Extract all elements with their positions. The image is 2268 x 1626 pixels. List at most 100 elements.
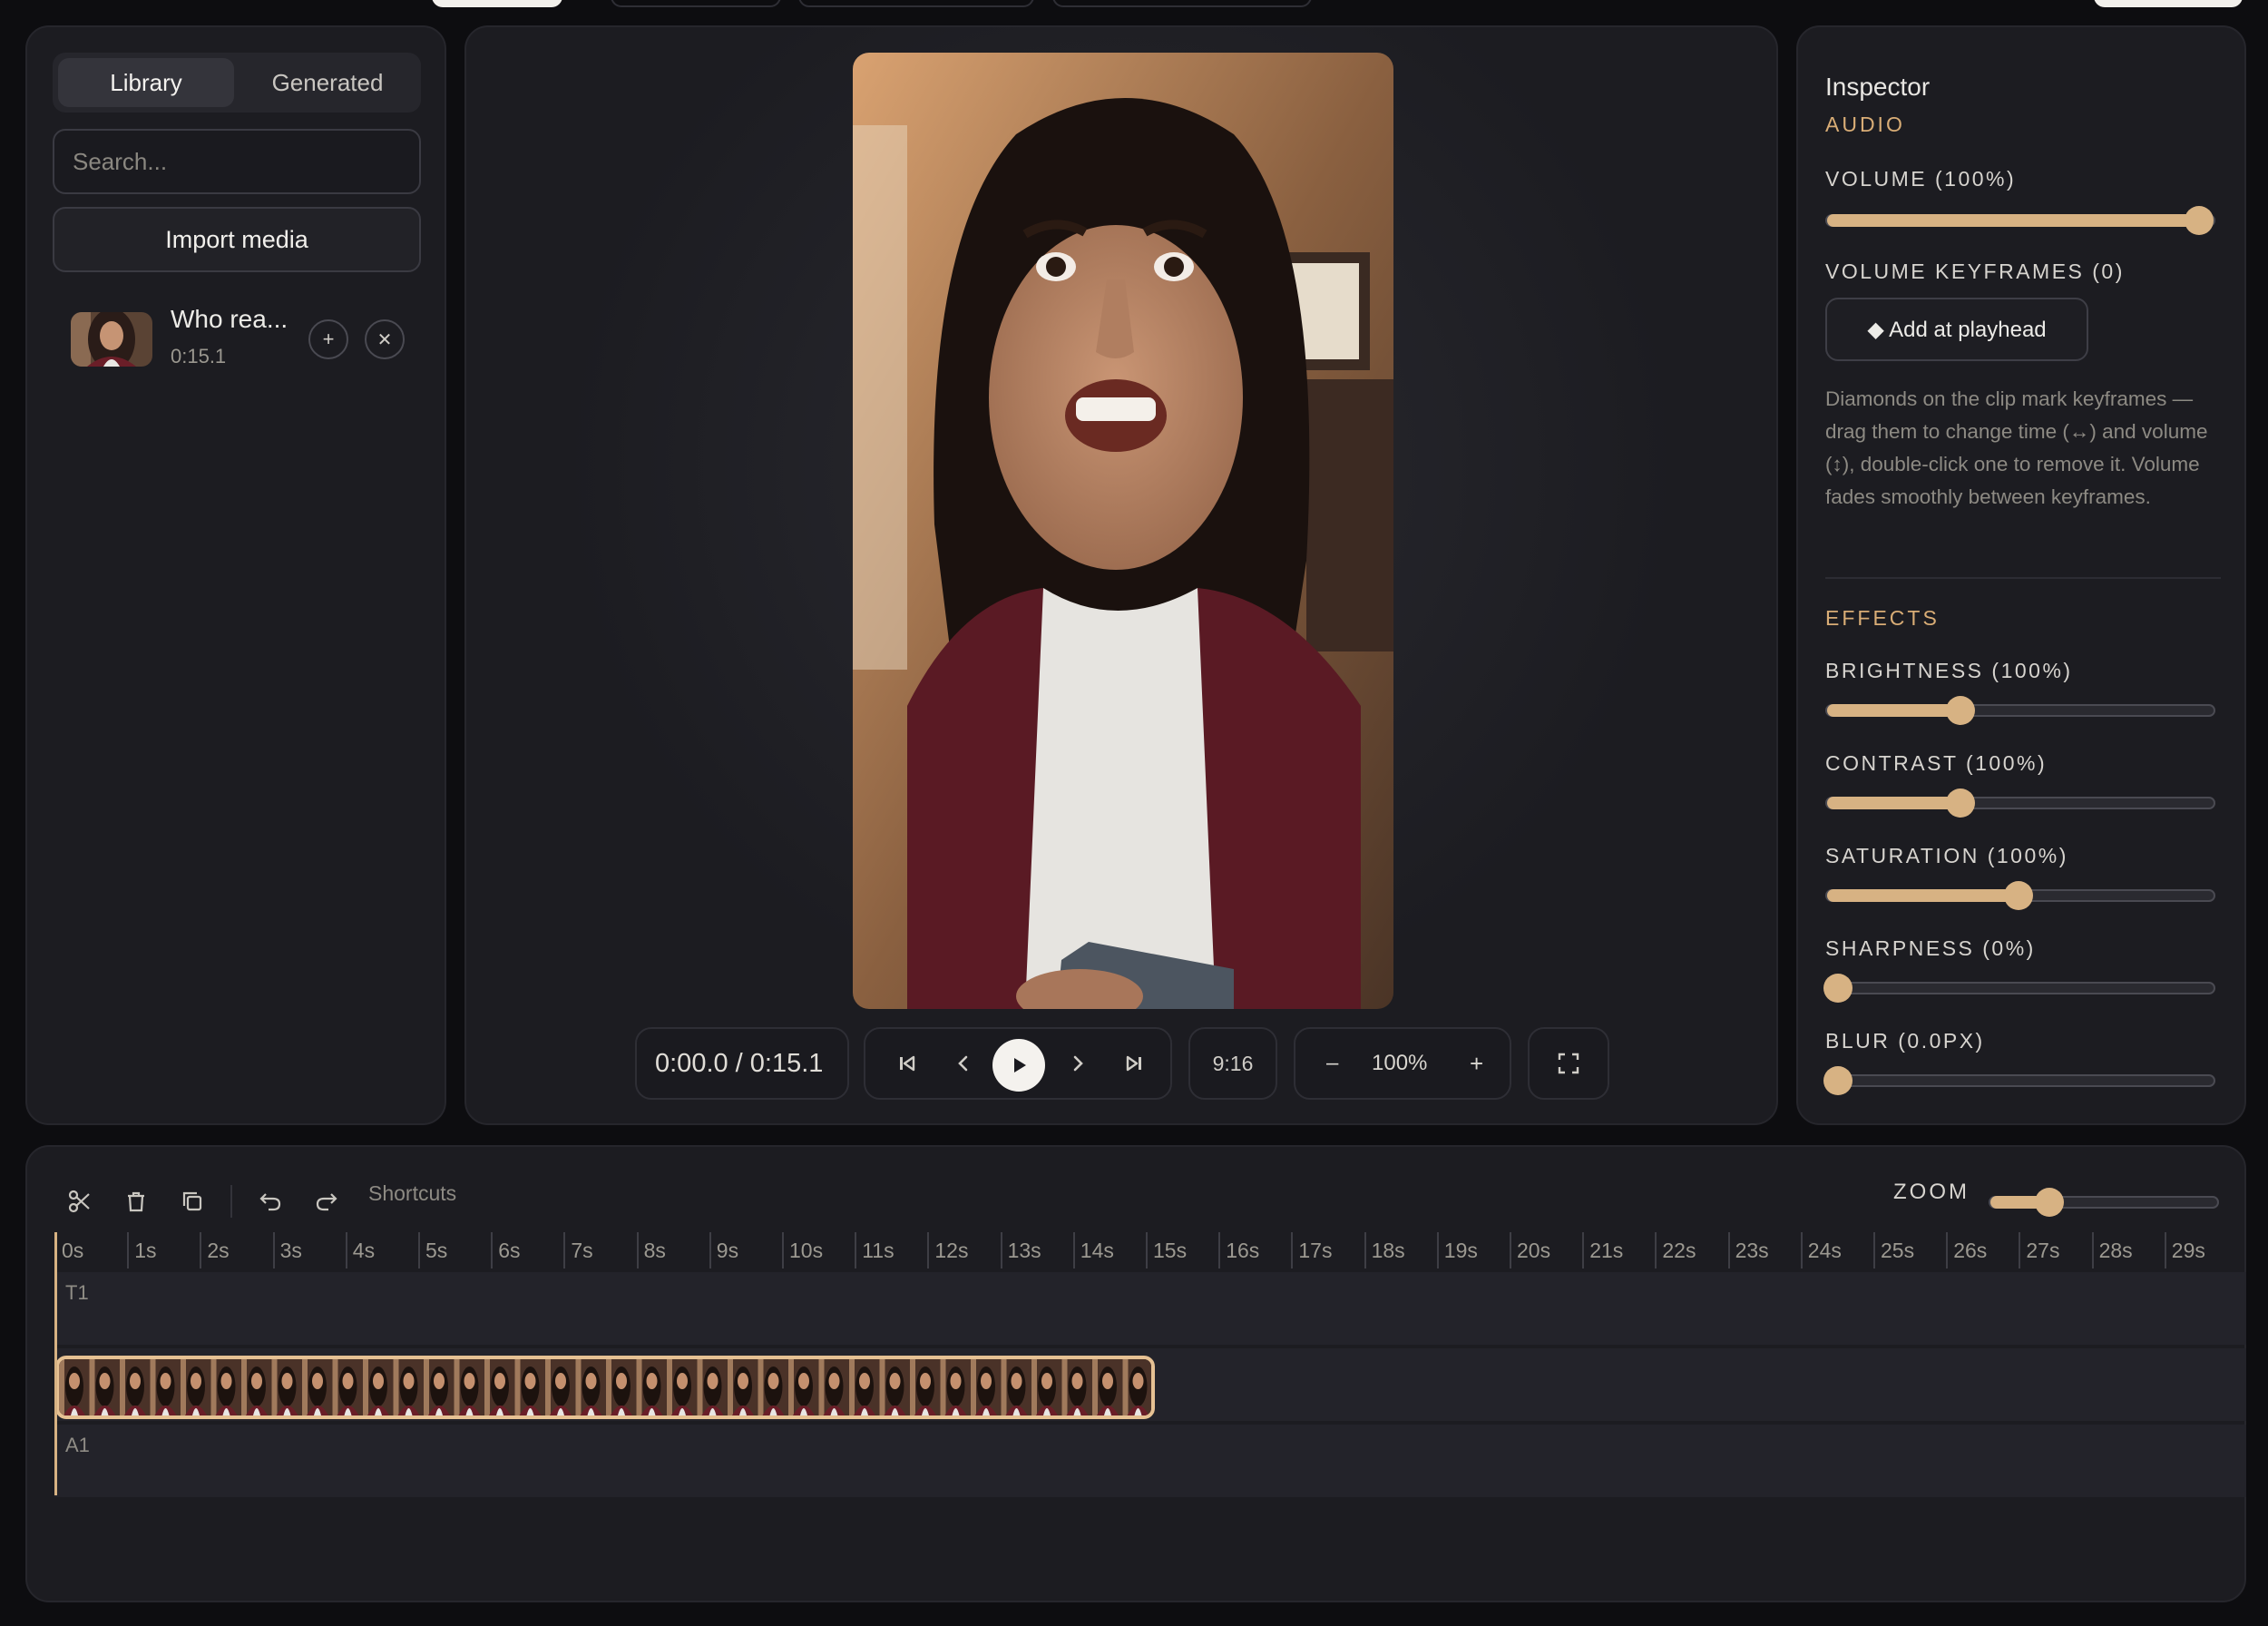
ruler-tick: 8s xyxy=(636,1232,666,1268)
contrast-slider[interactable] xyxy=(1825,789,2215,818)
transport-controls xyxy=(864,1027,1172,1100)
saturation-slider-handle[interactable] xyxy=(2004,881,2033,910)
split-button[interactable] xyxy=(62,1183,98,1220)
ruler-tick: 23s xyxy=(1727,1232,1769,1268)
aspect-ratio-button[interactable]: 9:16 xyxy=(1188,1027,1277,1100)
keyframes-help-text: Diamonds on the clip mark keyframes — dr… xyxy=(1825,387,2208,508)
delete-button[interactable] xyxy=(118,1183,154,1220)
play-button[interactable] xyxy=(992,1039,1045,1092)
ruler-tick: 9s xyxy=(709,1232,738,1268)
brightness-label: BRIGHTNESS (100%) xyxy=(1825,659,2073,682)
ruler-tick: 7s xyxy=(563,1232,593,1268)
effects-section-heading: EFFECTS xyxy=(1825,606,1940,630)
timeline-panel: Shortcuts ZOOM 0s 1s 2s 3s 4s 5s 6s 7s 8s 9s 10s 11… xyxy=(25,1145,2246,1602)
playhead[interactable] xyxy=(54,1232,57,1495)
preview-panel: 0:00.0 / 0:15.1 9:16 – 100% + xyxy=(464,25,1778,1125)
ruler-tick: 2s xyxy=(200,1232,230,1268)
video-clip[interactable] xyxy=(55,1356,1155,1419)
copy-icon xyxy=(182,1191,202,1211)
ruler-tick: 28s xyxy=(2091,1232,2133,1268)
volume-slider[interactable] xyxy=(1825,206,2215,235)
ruler-tick: 0s xyxy=(54,1232,83,1268)
media-item-name[interactable]: Who rea... xyxy=(171,305,288,334)
timecode-display: 0:00.0 / 0:15.1 xyxy=(635,1027,849,1100)
ruler-tick: 24s xyxy=(1800,1232,1842,1268)
step-forward-button[interactable] xyxy=(1056,1029,1100,1098)
blur-slider[interactable] xyxy=(1823,1066,2215,1095)
timeline-zoom-handle[interactable] xyxy=(2035,1188,2065,1217)
ruler-tick: 15s xyxy=(1146,1232,1187,1268)
inspector-panel: Inspector AUDIO VOLUME (100%) VOLUME KEY… xyxy=(1796,25,2246,1125)
ruler-tick: 13s xyxy=(1000,1232,1041,1268)
search-input[interactable] xyxy=(53,129,421,194)
shortcuts-link[interactable]: Shortcuts xyxy=(368,1181,456,1206)
duplicate-button[interactable] xyxy=(174,1183,210,1220)
brightness-slider-fill xyxy=(1827,704,1961,717)
video-preview[interactable] xyxy=(853,53,1393,1009)
remove-media-button[interactable]: ✕ xyxy=(365,319,405,359)
contrast-slider-handle[interactable] xyxy=(1946,789,1976,818)
chevron-right-icon xyxy=(1073,1055,1083,1072)
ruler-tick: 18s xyxy=(1364,1232,1405,1268)
ruler-tick: 1s xyxy=(127,1232,156,1268)
ruler-tick: 10s xyxy=(782,1232,823,1268)
library-tabs: Library Generated xyxy=(53,53,421,113)
add-keyframe-button[interactable]: ◆ Add at playhead xyxy=(1825,298,2088,361)
media-thumbnail[interactable] xyxy=(71,312,152,367)
ruler-tick: 11s xyxy=(855,1232,894,1268)
redo-icon xyxy=(316,1193,337,1211)
sharpness-slider[interactable] xyxy=(1823,974,2215,1003)
blur-slider-handle[interactable] xyxy=(1823,1066,1853,1095)
fullscreen-icon xyxy=(1558,1053,1579,1074)
sharpness-label: SHARPNESS (0%) xyxy=(1825,936,2036,960)
import-media-button[interactable]: Import media xyxy=(53,207,421,272)
add-to-timeline-button[interactable]: + xyxy=(308,319,348,359)
brightness-slider-handle[interactable] xyxy=(1946,696,1976,725)
top-tab[interactable] xyxy=(798,0,1034,7)
track-lane-t1[interactable]: T1 xyxy=(54,1272,2246,1345)
undo-button[interactable] xyxy=(252,1183,288,1220)
chevron-left-icon xyxy=(958,1055,968,1072)
ruler-tick: 26s xyxy=(1946,1232,1987,1268)
brightness-slider[interactable] xyxy=(1825,696,2215,725)
volume-slider-fill xyxy=(1827,214,2206,227)
ruler-tick: 29s xyxy=(2164,1232,2205,1268)
redo-button[interactable] xyxy=(308,1183,345,1220)
saturation-slider[interactable] xyxy=(1825,881,2215,910)
ruler-tick: 14s xyxy=(1072,1232,1114,1268)
top-tab[interactable] xyxy=(611,0,781,7)
tab-generated[interactable]: Generated xyxy=(240,58,415,107)
timeline-zoom-slider[interactable] xyxy=(1989,1188,2219,1217)
time-ruler[interactable]: 0s 1s 2s 3s 4s 5s 6s 7s 8s 9s 10s 11s 12s 13s 14s 15s 16… xyxy=(54,1232,2264,1268)
ruler-tick: 5s xyxy=(418,1232,447,1268)
saturation-label: SATURATION (100%) xyxy=(1825,844,2068,867)
volume-slider-handle[interactable] xyxy=(2185,206,2214,235)
top-export-button[interactable] xyxy=(2094,0,2243,7)
contrast-slider-fill xyxy=(1827,797,1961,809)
track-lane-a1[interactable]: A1 xyxy=(54,1425,2246,1497)
fullscreen-button[interactable] xyxy=(1528,1027,1609,1100)
skip-to-end-button[interactable] xyxy=(1112,1029,1156,1098)
ruler-tick: 3s xyxy=(272,1232,302,1268)
step-back-button[interactable] xyxy=(942,1029,985,1098)
inspector-title: Inspector xyxy=(1825,73,1931,101)
track-label: A1 xyxy=(65,1434,90,1456)
zoom-out-button[interactable]: – xyxy=(1326,1051,1338,1076)
sharpness-slider-handle[interactable] xyxy=(1823,974,1853,1003)
ruler-tick: 6s xyxy=(491,1232,520,1268)
skip-end-icon xyxy=(1126,1055,1141,1072)
skip-to-start-button[interactable] xyxy=(885,1029,929,1098)
top-tab[interactable] xyxy=(1052,0,1312,7)
ruler-tick: 17s xyxy=(1291,1232,1332,1268)
zoom-level: 100% xyxy=(1372,1051,1428,1075)
track-label: T1 xyxy=(65,1281,89,1304)
library-panel: Library Generated Import media Who rea..… xyxy=(25,25,446,1125)
ruler-tick: 25s xyxy=(1873,1232,1914,1268)
play-icon xyxy=(1014,1058,1026,1073)
top-tab-active[interactable] xyxy=(432,0,562,7)
tab-library[interactable]: Library xyxy=(58,58,234,107)
zoom-in-button[interactable]: + xyxy=(1470,1050,1483,1078)
ruler-tick: 16s xyxy=(1218,1232,1259,1268)
scissors-icon xyxy=(68,1190,90,1213)
blur-label: BLUR (0.0PX) xyxy=(1825,1029,1985,1053)
